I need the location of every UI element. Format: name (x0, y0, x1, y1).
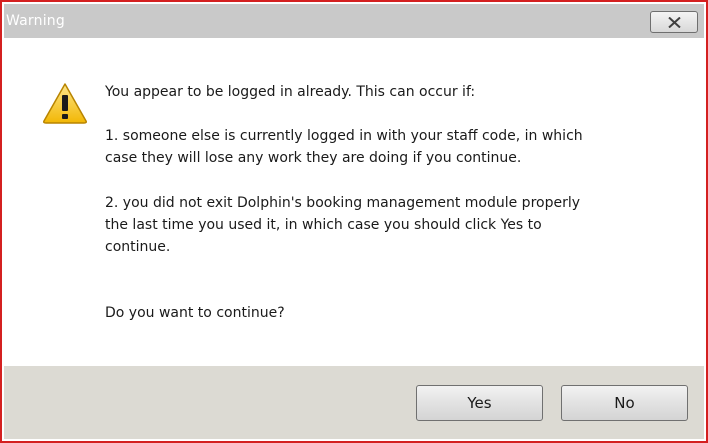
no-button[interactable]: No (561, 385, 688, 421)
warning-icon (43, 83, 87, 124)
close-icon (668, 17, 681, 28)
warning-dialog: Warning You appear to be logged in alrea… (0, 0, 708, 443)
title-bar: Warning (4, 4, 704, 38)
dialog-content: You appear to be logged in already. This… (4, 38, 704, 366)
message-reason-1: 1. someone else is currently logged in w… (105, 128, 583, 166)
close-button[interactable] (650, 11, 698, 33)
button-bar: Yes No (4, 366, 704, 439)
message-reason-2: 2. you did not exit Dolphin's booking ma… (105, 195, 581, 255)
message-question: Do you want to continue? (105, 305, 285, 321)
dialog-title: Warning (6, 13, 65, 29)
yes-button[interactable]: Yes (416, 385, 543, 421)
message-intro: You appear to be logged in already. This… (105, 84, 476, 100)
